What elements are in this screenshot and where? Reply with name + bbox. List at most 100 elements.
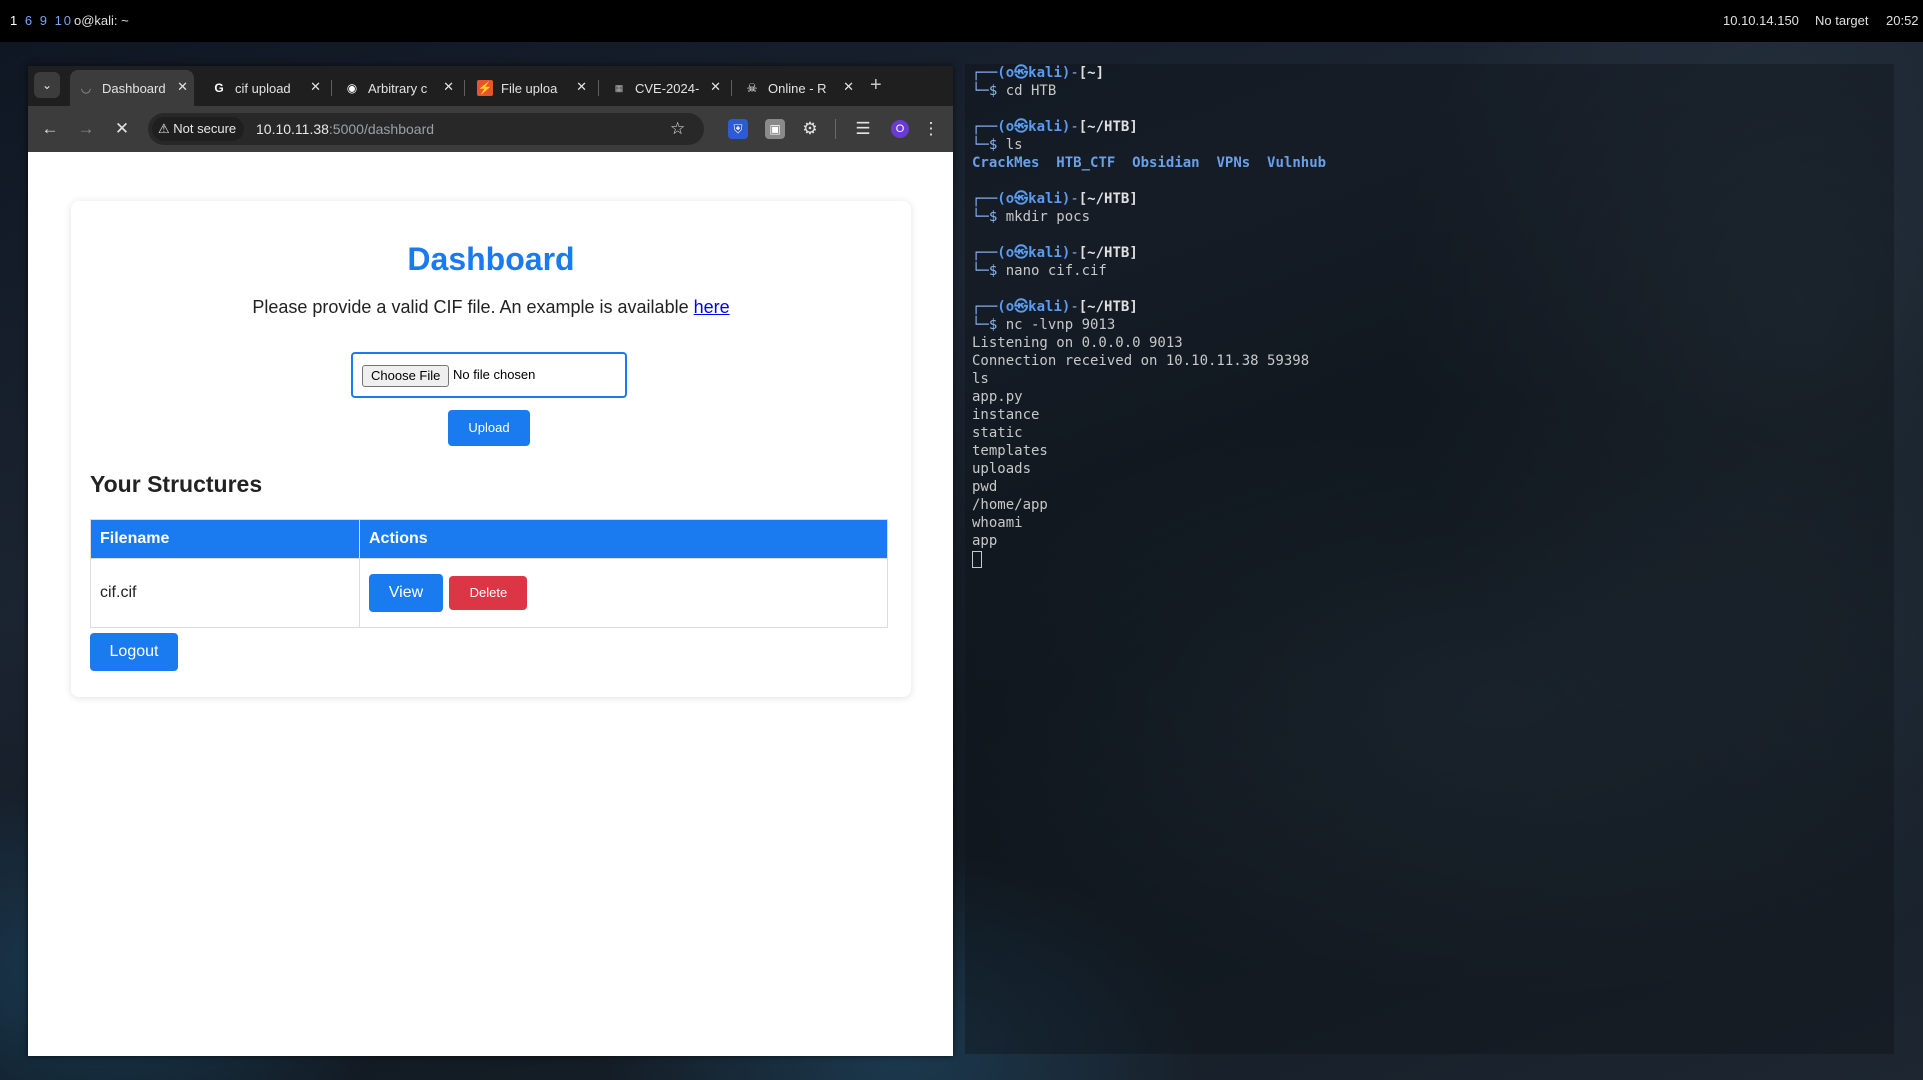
cve-icon: ▦ [614,83,624,93]
output-line: whoami [972,515,1023,531]
close-icon[interactable]: ✕ [310,79,321,95]
bookmark-star-icon[interactable]: ☆ [670,119,685,139]
output-line: ls [972,371,989,387]
output-line: uploads [972,461,1032,477]
wappalyzer-extension-icon[interactable]: ▣ [765,119,785,139]
tab-file-upload[interactable]: ⚡ File uploa ✕ [469,70,593,106]
security-chip[interactable]: ⚠ Not secure [152,117,245,141]
prompt-line: ┌──(o㉿kali)-[~/HTB] [972,245,1138,261]
close-icon[interactable]: ✕ [843,79,854,95]
workspace-6[interactable]: 6 [25,13,34,28]
close-icon[interactable]: ✕ [177,79,188,95]
tab-title: CVE-2024- [635,81,700,96]
structures-table: Filename Actions cif.cif View Delete [90,519,888,628]
tab-separator [598,80,599,96]
top-panel: 1 6 9 10 o@kali: ~ 10.10.14.150 No targe… [0,0,1923,42]
tab-title: File uploa [501,81,558,96]
address-bar[interactable]: ⚠ Not secure 10.10.11.38:5000/dashboard … [148,113,704,145]
extensions-puzzle-icon[interactable]: ⚙ [800,119,820,139]
skull-icon: ☠ [746,81,758,95]
terminal-cursor-line [972,550,982,568]
close-icon[interactable]: ✕ [710,79,721,95]
clock: 20:52 [1886,13,1919,28]
url-host: 10.10.11.38 [256,121,329,137]
tab-separator [731,80,732,96]
workspace-1[interactable]: 1 [10,13,19,28]
output-line: instance [972,407,1040,423]
output-line: app.py [972,389,1023,405]
url-path: :5000/dashboard [328,121,435,137]
prompt-line: ┌──(o㉿kali)-[~] [972,65,1105,81]
output-line: Listening on 0.0.0.0 9013 [972,335,1183,351]
tab-online[interactable]: ☠ Online - R ✕ [736,70,860,106]
stop-loading-icon[interactable]: ✕ [112,119,132,139]
command-line: └─$ cd HTB [972,83,1057,99]
filename-cell: cif.cif [90,558,360,628]
page-viewport: Dashboard Please provide a valid CIF fil… [28,152,953,1056]
output-line: app [972,533,998,549]
tab-cif-upload[interactable]: G cif upload ✕ [203,70,327,106]
command-line: └─$ ls [972,137,1023,153]
logout-button[interactable]: Logout [90,633,178,671]
tab-dashboard[interactable]: ◡ Dashboard ✕ [70,70,194,106]
column-header-filename: Filename [90,519,360,559]
prompt-line: ┌──(o㉿kali)-[~/HTB] [972,119,1138,135]
terminal-cursor [972,550,982,568]
choose-file-button[interactable]: Choose File [362,365,450,387]
tab-title: Online - R [768,81,827,96]
workspace-9[interactable]: 9 [40,13,49,28]
output-line: pwd [972,479,998,495]
new-tab-button[interactable]: + [870,74,882,97]
command-line: └─$ mkdir pocs [972,209,1091,225]
structures-heading: Your Structures [90,471,263,497]
close-icon[interactable]: ✕ [576,79,587,95]
media-queue-icon[interactable]: ☰ [853,119,873,139]
back-icon[interactable]: ← [40,119,60,139]
tab-title: Dashboard [102,81,166,96]
github-icon: ◉ [346,81,358,95]
output-line: static [972,425,1023,441]
delete-button[interactable]: Delete [449,576,528,610]
security-label: Not secure [173,121,237,136]
more-menu-icon[interactable]: ⋮ [921,119,941,139]
google-icon: G [214,81,224,95]
intro-sentence: Please provide a valid CIF file. An exam… [252,297,694,317]
page-title: Dashboard [407,241,575,277]
terminal-window[interactable]: ┌──(o㉿kali)-[~] └─$ cd HTB ┌──(o㉿kali)-[… [965,64,1894,1054]
table-row: cif.cif View Delete [90,558,888,628]
loading-icon: ◡ [80,81,92,95]
bitwarden-extension-icon[interactable]: ⛨ [728,119,748,139]
tab-separator [331,80,332,96]
file-status: No file chosen [453,367,536,382]
tab-strip: ⌄ ◡ Dashboard ✕ G cif upload ✕ ◉ Arbitra… [28,66,953,106]
exploit-icon: ⚡ [477,80,493,96]
output-line: Connection received on 10.10.11.38 59398 [972,353,1310,369]
command-line: └─$ nano cif.cif [972,263,1107,279]
workspace-switcher[interactable]: 1 6 9 10 [10,13,73,28]
warning-icon: ⚠ [158,121,170,136]
upload-button[interactable]: Upload [448,410,530,446]
tab-cve[interactable]: ▦ CVE-2024- ✕ [603,70,727,106]
browser-toolbar: ← → ✕ ⚠ Not secure 10.10.11.38:5000/dash… [28,106,953,152]
tab-title: Arbitrary c [368,81,428,96]
workspace-10[interactable]: 10 [55,13,73,28]
window-title: o@kali: ~ [74,13,129,28]
url-text[interactable]: 10.10.11.38:5000/dashboard [256,121,434,137]
column-header-actions: Actions [359,519,888,559]
tab-arbitrary[interactable]: ◉ Arbitrary c ✕ [336,70,460,106]
close-icon[interactable]: ✕ [443,79,454,95]
prompt-line: ┌──(o㉿kali)-[~/HTB] [972,191,1138,207]
file-input[interactable]: Choose File No file chosen [351,352,627,398]
toolbar-divider [835,119,836,139]
target-status: No target [1815,13,1869,28]
ls-output: CrackMes HTB_CTF Obsidian VPNs Vulnhub [972,155,1327,171]
view-button[interactable]: View [369,574,443,612]
intro-text: Please provide a valid CIF file. An exam… [71,297,911,318]
tab-separator [464,80,465,96]
profile-avatar[interactable]: O [891,120,909,138]
tab-title: cif upload [235,81,291,96]
forward-icon[interactable]: → [76,119,96,139]
tab-search-button[interactable]: ⌄ [34,72,60,98]
ip-address: 10.10.14.150 [1723,13,1799,28]
example-link[interactable]: here [694,297,730,317]
